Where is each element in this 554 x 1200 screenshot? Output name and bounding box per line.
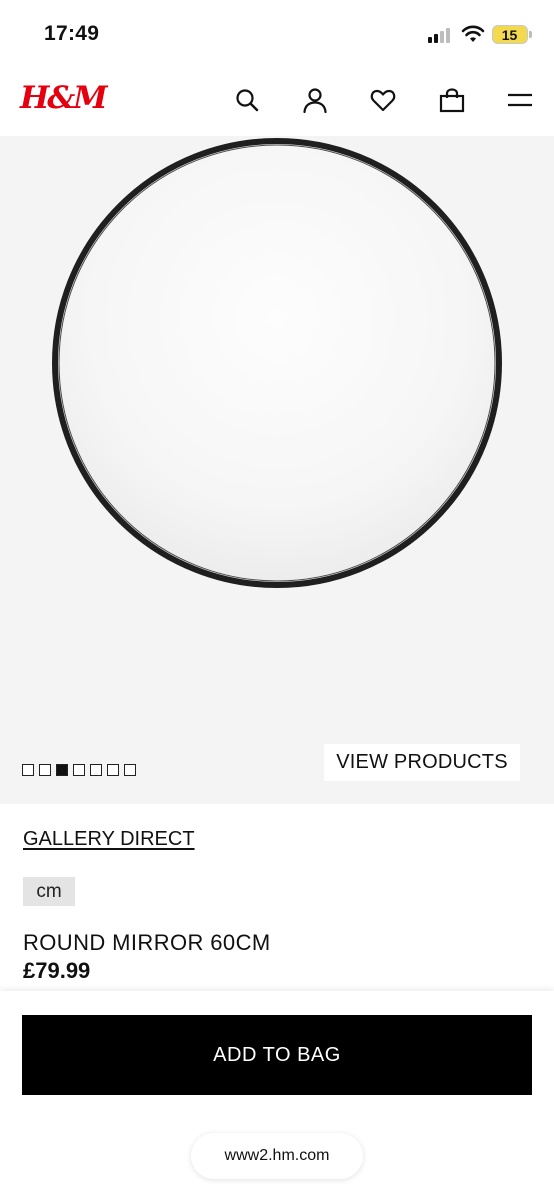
status-bar: 17:49 15: [0, 0, 554, 66]
view-products-button[interactable]: VIEW PRODUCTS: [324, 744, 520, 781]
gallery-pagination: [22, 764, 136, 776]
battery-level: 15: [501, 27, 518, 43]
gallery-dot-active[interactable]: [56, 764, 68, 776]
hm-logo[interactable]: H&M: [20, 80, 108, 116]
site-header: H&M: [0, 66, 554, 136]
gallery-dot[interactable]: [73, 764, 85, 776]
status-time: 17:49: [44, 22, 100, 45]
unit-badge: cm: [23, 877, 75, 906]
battery-indicator: 15: [492, 25, 528, 44]
product-image-round-mirror: [52, 138, 502, 588]
add-to-bag-button[interactable]: ADD TO BAG: [22, 1015, 532, 1095]
product-name: ROUND MIRROR 60CM: [23, 930, 271, 955]
brand-link[interactable]: GALLERY DIRECT: [23, 828, 195, 851]
gallery-dot[interactable]: [124, 764, 136, 776]
menu-icon[interactable]: [506, 86, 534, 114]
product-image-gallery[interactable]: VIEW PRODUCTS: [0, 136, 554, 804]
wifi-icon: [461, 24, 485, 44]
gallery-dot[interactable]: [22, 764, 34, 776]
browser-url-bar[interactable]: www2.hm.com: [191, 1133, 363, 1179]
heart-icon[interactable]: [369, 86, 397, 114]
bag-icon[interactable]: [438, 86, 466, 114]
product-price: £79.99: [23, 958, 91, 983]
bottom-action-bar: ADD TO BAG www2.hm.com: [0, 991, 554, 1200]
cellular-signal-icon: [428, 27, 454, 43]
gallery-dot[interactable]: [107, 764, 119, 776]
search-icon[interactable]: [233, 86, 261, 114]
account-icon[interactable]: [301, 86, 329, 114]
battery-nub: [529, 31, 532, 38]
gallery-dot[interactable]: [90, 764, 102, 776]
gallery-dot[interactable]: [39, 764, 51, 776]
